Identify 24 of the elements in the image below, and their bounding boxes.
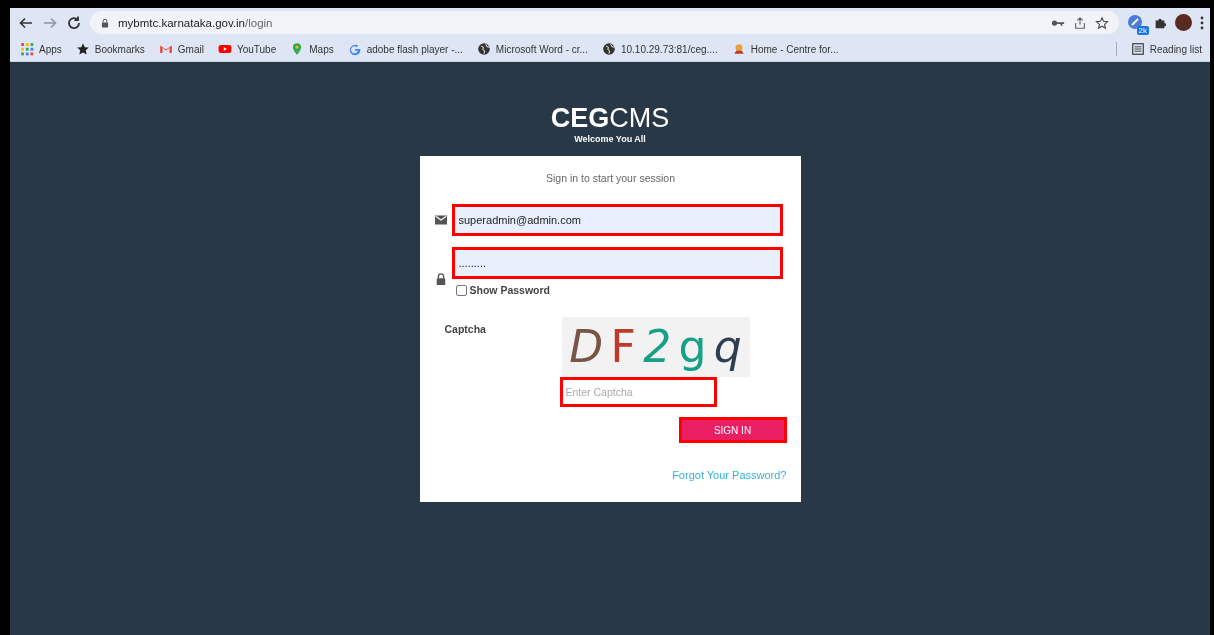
url-text: mybmtc.karnataka.gov.in/login [118, 16, 274, 29]
extension-badge: 2k [1136, 25, 1149, 35]
bookmark-link[interactable]: Apps [20, 42, 62, 56]
checkbox-label: Show Password [469, 284, 551, 296]
tagline: Welcome You All [574, 134, 646, 144]
reading-list-button[interactable]: Reading list [1130, 42, 1202, 56]
bookmark-link[interactable]: adobe flash player -... [347, 42, 463, 56]
bookmark-link[interactable]: Maps [290, 42, 334, 56]
bookmark-link[interactable]: Home - Centre for... [731, 42, 839, 56]
captcha-label: Captcha [443, 322, 487, 337]
email-field[interactable]: superadmin@admin.com [451, 204, 783, 236]
card-heading: Sign in to start your session [545, 172, 676, 184]
password-field[interactable]: ......... [451, 247, 783, 279]
brand-logo: CEGCMS [550, 102, 670, 134]
extension-button[interactable]: 2k [1127, 13, 1145, 32]
bookmark-link[interactable]: Microsoft Word - cr... [476, 42, 588, 56]
bookmark-link[interactable]: 10.10.29.73:81/ceg.... [601, 42, 718, 56]
captcha-field[interactable]: Enter Captcha [559, 377, 717, 407]
bookmark-link[interactable]: Gmail [158, 42, 204, 56]
captcha-image: D F 2 g q [561, 317, 750, 377]
sign-in-button[interactable]: SIGN IN [678, 417, 787, 443]
bookmark-link[interactable]: Bookmarks [75, 42, 145, 56]
bookmark-link[interactable]: YouTube [217, 42, 277, 56]
address-bar[interactable]: mybmtc.karnataka.gov.in/login [90, 11, 1119, 34]
